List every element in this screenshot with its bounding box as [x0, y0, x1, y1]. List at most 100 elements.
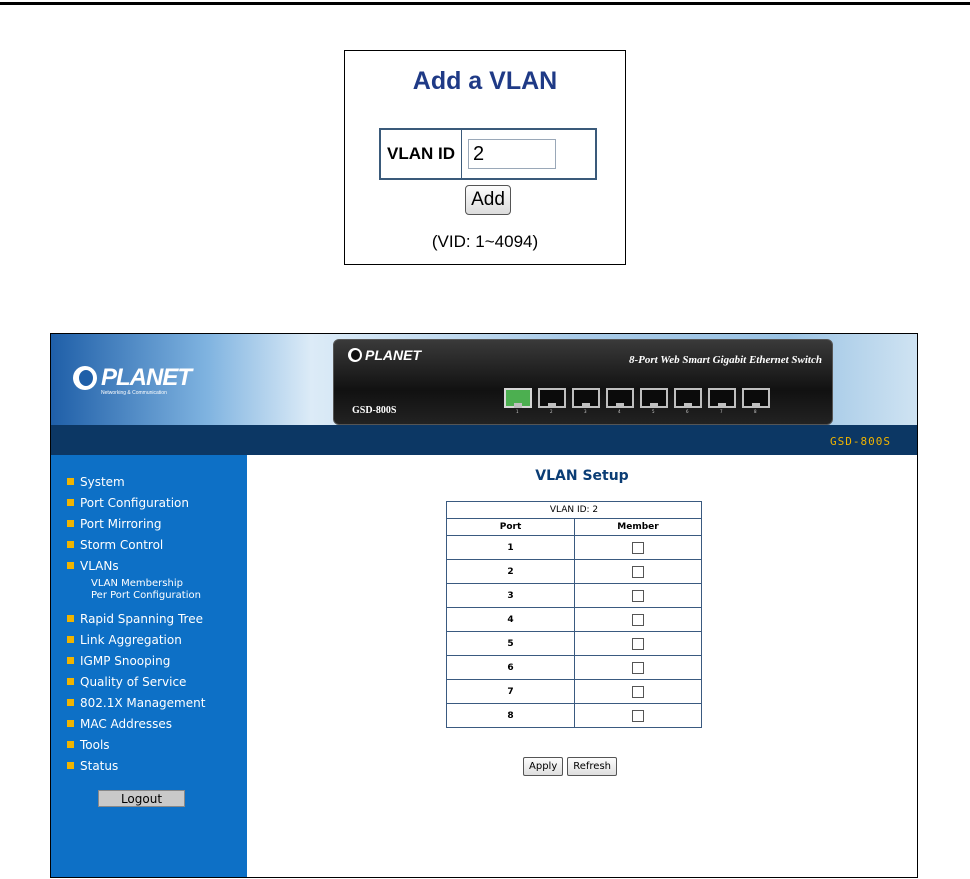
- port-socket: [572, 388, 600, 408]
- member-checkbox[interactable]: [632, 709, 644, 722]
- ethernet-port-icon[interactable]: 5: [638, 386, 670, 414]
- sidebar-subitem-per-port-configuration[interactable]: Per Port Configuration: [91, 590, 205, 602]
- sidebar-item-mac-addresses[interactable]: MAC Addresses: [67, 713, 205, 734]
- table-row: 5: [446, 631, 702, 656]
- sidebar-item-igmp-snooping[interactable]: IGMP Snooping: [67, 650, 205, 671]
- bullet-icon: [67, 615, 74, 622]
- ethernet-port-icon[interactable]: 2: [536, 386, 568, 414]
- planet-logo: PLANET Networking & Communication: [73, 364, 192, 396]
- ethernet-port-icon[interactable]: 6: [672, 386, 704, 414]
- port-socket: [538, 388, 566, 408]
- main-content: VLAN Setup VLAN ID: 2 Port Member 123456…: [247, 455, 917, 877]
- sidebar-item-label: Rapid Spanning Tree: [80, 611, 203, 626]
- model-label: GSD-800S: [830, 435, 891, 448]
- table-row: 4: [446, 607, 702, 632]
- planet-logo-icon: [73, 366, 97, 390]
- sidebar-item-port-mirroring[interactable]: Port Mirroring: [67, 513, 205, 534]
- member-cell: [574, 703, 702, 728]
- port-cell: 7: [446, 679, 575, 704]
- sidebar-item-label: Port Mirroring: [80, 516, 162, 531]
- ethernet-port-icon[interactable]: 3: [570, 386, 602, 414]
- table-header-row: Port Member: [446, 518, 702, 536]
- device-logo-icon: [348, 348, 362, 362]
- member-cell: [574, 631, 702, 656]
- port-socket: [742, 388, 770, 408]
- table-caption-row: VLAN ID: 2: [446, 501, 702, 519]
- port-number: 2: [550, 409, 553, 414]
- vlan-id-input[interactable]: [468, 139, 556, 169]
- device-model: GSD-800S: [352, 405, 397, 416]
- member-cell: [574, 583, 702, 608]
- ethernet-port-icon[interactable]: 7: [706, 386, 738, 414]
- apply-button[interactable]: Apply: [523, 757, 564, 776]
- port-number: 6: [686, 409, 689, 414]
- member-checkbox[interactable]: [632, 661, 644, 674]
- member-checkbox[interactable]: [632, 637, 644, 650]
- port-socket: [708, 388, 736, 408]
- sidebar-item-status[interactable]: Status: [67, 755, 205, 776]
- port-socket: [674, 388, 702, 408]
- table-row: 6: [446, 655, 702, 680]
- logout-button[interactable]: Logout: [98, 790, 185, 807]
- port-socket: [606, 388, 634, 408]
- add-vlan-panel: Add a VLAN VLAN ID Add (VID: 1~4094): [344, 50, 626, 265]
- ethernet-port-icon[interactable]: 4: [604, 386, 636, 414]
- add-button[interactable]: Add: [465, 185, 511, 215]
- member-cell: [574, 607, 702, 632]
- sidebar-item-label: System: [80, 474, 125, 489]
- port-number: 3: [584, 409, 587, 414]
- port-socket: [504, 388, 532, 408]
- sidebar-item-label: Status: [80, 758, 119, 773]
- sidebar-item-port-configuration[interactable]: Port Configuration: [67, 492, 205, 513]
- sidebar-item-quality-of-service[interactable]: Quality of Service: [67, 671, 205, 692]
- port-column-header: Port: [446, 518, 575, 536]
- ethernet-port-icon[interactable]: 1: [502, 386, 534, 414]
- bullet-icon: [67, 699, 74, 706]
- sidebar-item-system[interactable]: System: [67, 471, 205, 492]
- member-checkbox[interactable]: [632, 565, 644, 578]
- sidebar-item-label: MAC Addresses: [80, 716, 172, 731]
- port-cell: 3: [446, 583, 575, 608]
- table-row: 8: [446, 703, 702, 728]
- sidebar-item-label: VLANs: [80, 558, 119, 573]
- sidebar-item-storm-control[interactable]: Storm Control: [67, 534, 205, 555]
- port-number: 5: [652, 409, 655, 414]
- action-buttons: Apply Refresh: [523, 757, 617, 776]
- member-checkbox[interactable]: [632, 613, 644, 626]
- member-checkbox[interactable]: [632, 589, 644, 602]
- port-cell: 6: [446, 655, 575, 680]
- header-banner: PLANET Networking & Communication PLANET…: [51, 334, 917, 425]
- add-vlan-title: Add a VLAN: [412, 67, 558, 95]
- bullet-icon: [67, 562, 74, 569]
- sidebar-subitem-vlan-membership[interactable]: VLAN Membership: [91, 578, 205, 590]
- top-rule: [0, 2, 970, 5]
- sidebar-nav: System Port Configuration Port Mirroring St…: [67, 471, 205, 776]
- port-panel: 1 2 3 4 5 6 7 8: [502, 386, 772, 414]
- bullet-icon: [67, 541, 74, 548]
- bullet-icon: [67, 636, 74, 643]
- port-number: 1: [516, 409, 519, 414]
- sidebar-item-label: IGMP Snooping: [80, 653, 171, 668]
- table-row: 7: [446, 679, 702, 704]
- port-number: 7: [720, 409, 723, 414]
- device-logo: PLANET: [348, 347, 421, 363]
- member-checkbox[interactable]: [632, 685, 644, 698]
- member-cell: [574, 535, 702, 560]
- refresh-button[interactable]: Refresh: [567, 757, 617, 776]
- member-checkbox[interactable]: [632, 541, 644, 554]
- sidebar: System Port Configuration Port Mirroring St…: [51, 455, 247, 877]
- bullet-icon: [67, 720, 74, 727]
- sidebar-item-tools[interactable]: Tools: [67, 734, 205, 755]
- sidebar-item-label: Quality of Service: [80, 674, 187, 689]
- vlan-id-cell: [462, 130, 595, 178]
- bullet-icon: [67, 478, 74, 485]
- sidebar-item-link-aggregation[interactable]: Link Aggregation: [67, 629, 205, 650]
- vlan-id-label: VLAN ID: [381, 130, 462, 178]
- sidebar-item-vlans[interactable]: VLANs: [67, 555, 205, 576]
- port-cell: 1: [446, 535, 575, 560]
- sidebar-item-802-1x-management[interactable]: 802.1X Management: [67, 692, 205, 713]
- sidebar-item-rapid-spanning-tree[interactable]: Rapid Spanning Tree: [67, 608, 205, 629]
- sidebar-item-label: Tools: [80, 737, 110, 752]
- ethernet-port-icon[interactable]: 8: [740, 386, 772, 414]
- sidebar-item-label: 802.1X Management: [80, 695, 206, 710]
